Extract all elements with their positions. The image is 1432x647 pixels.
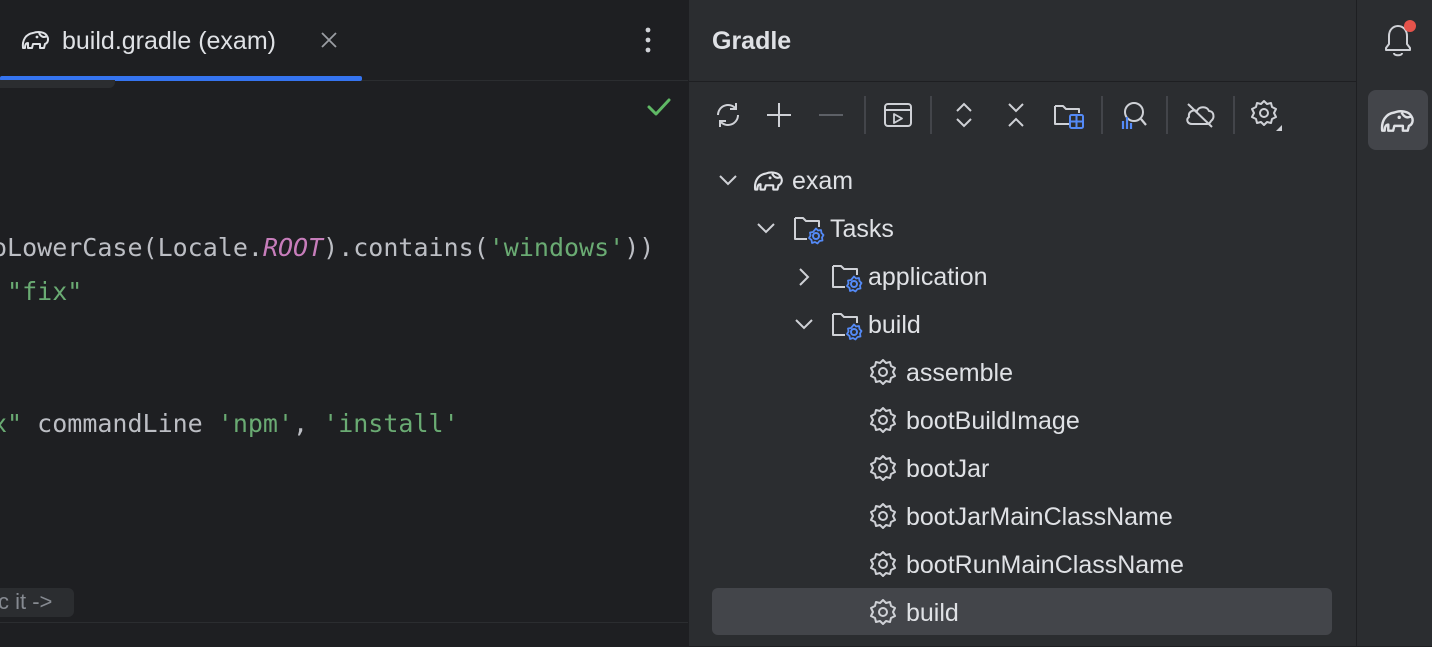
chevron-down-icon[interactable] bbox=[716, 170, 740, 190]
gear-icon bbox=[868, 357, 898, 387]
code-line[interactable]: oLowerCase(Locale.ROOT).contains('window… bbox=[0, 233, 654, 262]
code-token: x" bbox=[0, 409, 23, 438]
gear-icon bbox=[868, 405, 898, 435]
remove-icon[interactable] bbox=[811, 95, 851, 135]
toolbar-separator bbox=[930, 96, 932, 134]
task-row[interactable]: bootJar bbox=[868, 451, 1328, 487]
task-folder-icon bbox=[792, 212, 826, 246]
task-label: bootBuildImage bbox=[906, 407, 1080, 435]
code-token: oLowerCase(Locale. bbox=[0, 233, 263, 262]
gradle-tool-window-button[interactable] bbox=[1368, 90, 1428, 150]
notifications-icon[interactable] bbox=[1376, 18, 1420, 62]
chevron-right-icon[interactable] bbox=[794, 266, 814, 288]
gradle-elephant-icon bbox=[20, 26, 52, 54]
code-token: "fix" bbox=[0, 277, 83, 306]
task-row-selected[interactable]: build bbox=[868, 595, 1328, 631]
gear-icon bbox=[868, 549, 898, 579]
toolbar-separator bbox=[1166, 96, 1168, 134]
tree-item-group[interactable]: build bbox=[868, 311, 921, 340]
reload-icon[interactable] bbox=[708, 95, 748, 135]
code-token: ).contains( bbox=[323, 233, 489, 262]
expand-all-icon[interactable] bbox=[944, 95, 984, 135]
settings-icon[interactable] bbox=[1246, 95, 1286, 135]
code-line[interactable]: "fix" bbox=[0, 277, 82, 306]
gear-icon bbox=[868, 501, 898, 531]
check-icon[interactable] bbox=[646, 96, 672, 118]
run-task-icon[interactable] bbox=[878, 95, 918, 135]
task-row[interactable]: assemble bbox=[868, 355, 1328, 391]
code-token: 'install' bbox=[323, 409, 459, 438]
editor-fold-hint bbox=[0, 80, 115, 88]
toolbar-separator bbox=[1233, 96, 1235, 134]
group-modules-icon[interactable] bbox=[1049, 95, 1089, 135]
panel-title: Gradle bbox=[712, 27, 792, 55]
gear-icon bbox=[868, 453, 898, 483]
tab-title: build.gradle (exam) bbox=[62, 27, 276, 55]
tree-item-group[interactable]: application bbox=[868, 263, 988, 292]
task-row[interactable]: bootJarMainClassName bbox=[868, 499, 1328, 535]
task-label: build bbox=[906, 599, 959, 627]
chevron-down-icon[interactable] bbox=[792, 314, 816, 334]
task-label: bootJarMainClassName bbox=[906, 503, 1173, 531]
gear-icon bbox=[868, 597, 898, 627]
editor-bottom-bar bbox=[0, 622, 688, 647]
toolbar-separator bbox=[1101, 96, 1103, 134]
collapse-all-icon[interactable] bbox=[996, 95, 1036, 135]
notification-badge bbox=[1404, 20, 1416, 32]
tree-item-tasks[interactable]: Tasks bbox=[830, 215, 894, 244]
task-label: bootRunMainClassName bbox=[906, 551, 1184, 579]
task-row[interactable]: bootBuildImage bbox=[868, 403, 1328, 439]
code-token: , bbox=[293, 409, 324, 438]
code-token: 'windows' bbox=[488, 233, 625, 262]
code-token: 'npm' bbox=[217, 409, 294, 438]
close-tab-icon[interactable] bbox=[319, 30, 339, 50]
offline-mode-icon[interactable] bbox=[1180, 95, 1220, 135]
task-folder-icon bbox=[830, 260, 864, 294]
add-icon[interactable] bbox=[759, 95, 799, 135]
task-label: bootJar bbox=[906, 455, 990, 483]
tree-item-project[interactable]: exam bbox=[792, 167, 853, 196]
code-token: ROOT bbox=[262, 233, 324, 262]
code-token: )) bbox=[624, 233, 655, 262]
code-line[interactable]: x" commandLine 'npm', 'install' bbox=[0, 409, 459, 438]
task-folder-icon bbox=[830, 308, 864, 342]
gradle-tool-window-icon bbox=[1378, 104, 1418, 138]
more-options-icon[interactable] bbox=[638, 24, 658, 56]
task-row[interactable]: bootRunMainClassName bbox=[868, 547, 1328, 583]
editor-area[interactable] bbox=[0, 0, 688, 646]
editor-tab[interactable]: build.gradle (exam) bbox=[0, 0, 362, 81]
toolbar-separator bbox=[864, 96, 866, 134]
task-label: assemble bbox=[906, 359, 1013, 387]
inlay-hint: c it -> bbox=[0, 588, 75, 617]
code-token: commandLine bbox=[22, 409, 218, 438]
chevron-down-icon[interactable] bbox=[754, 218, 778, 238]
analyze-dependencies-icon[interactable] bbox=[1113, 95, 1153, 135]
gradle-project-icon bbox=[752, 166, 786, 196]
